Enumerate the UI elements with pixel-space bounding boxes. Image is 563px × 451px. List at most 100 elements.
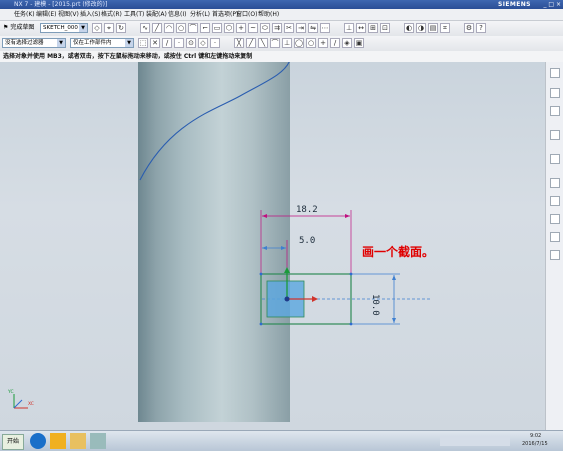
menu-task[interactable]: 任务(K) bbox=[14, 9, 35, 20]
snap-slash-icon[interactable]: / bbox=[330, 38, 340, 48]
constraint-icon[interactable]: ⊥ bbox=[344, 23, 354, 33]
trim-icon[interactable]: ✂ bbox=[284, 23, 294, 33]
rectangle-icon[interactable]: ▭ bbox=[212, 23, 222, 33]
snap-circle2-icon[interactable]: ○ bbox=[306, 38, 316, 48]
show-constraints-icon[interactable]: ⊡ bbox=[380, 23, 390, 33]
snap-mid-icon[interactable]: · bbox=[174, 38, 184, 48]
menu-window[interactable]: 窗口(O) bbox=[236, 9, 257, 20]
pattern-icon[interactable]: ⋯ bbox=[320, 23, 330, 33]
reuse-library-icon[interactable] bbox=[550, 130, 560, 140]
chamfer-icon[interactable]: ⌐ bbox=[200, 23, 210, 33]
update-model-icon[interactable]: ↻ bbox=[116, 23, 126, 33]
menu-bar: 任务(K) 编辑(E) 视图(V) 插入(S) 格式(R) 工具(T) 装配(A… bbox=[0, 9, 563, 21]
render-icon[interactable]: ◑ bbox=[416, 23, 426, 33]
dimension-icon[interactable]: ↔ bbox=[356, 23, 366, 33]
dim-arrow-mid-right bbox=[281, 246, 286, 250]
snap-end-icon[interactable]: / bbox=[162, 38, 172, 48]
menu-view[interactable]: 视图(V) bbox=[58, 9, 79, 20]
snap-center-icon[interactable]: ⊙ bbox=[186, 38, 196, 48]
snap-tangent-icon[interactable]: ╲ bbox=[258, 38, 268, 48]
fillet-icon[interactable]: ⌒ bbox=[188, 23, 198, 33]
deselect-icon[interactable]: ✕ bbox=[150, 38, 160, 48]
triad-y-label: YC bbox=[8, 390, 14, 395]
select-all-icon[interactable]: ⬚ bbox=[138, 38, 148, 48]
reattach-icon[interactable]: ⌖ bbox=[104, 23, 114, 33]
menu-insert[interactable]: 插入(S) bbox=[80, 9, 101, 20]
web-browser-icon[interactable] bbox=[550, 154, 560, 164]
dimension-18-2[interactable]: 18.2 bbox=[296, 205, 318, 215]
resource-bar bbox=[545, 62, 563, 430]
graphics-window[interactable]: 18.2 5.0 10.0 画一个截面。 YC XC bbox=[0, 62, 545, 430]
snap-arc-icon[interactable]: ⌒ bbox=[270, 38, 280, 48]
browser-icon[interactable] bbox=[30, 433, 46, 449]
snap-perp-icon[interactable]: ⊥ bbox=[282, 38, 292, 48]
spline-icon[interactable]: ~ bbox=[248, 23, 258, 33]
layer-icon[interactable]: ▤ bbox=[428, 23, 438, 33]
system-tray[interactable] bbox=[440, 436, 510, 446]
circle-icon[interactable]: ○ bbox=[176, 23, 186, 33]
snap-icon[interactable]: ⌗ bbox=[440, 23, 450, 33]
snap-body-icon[interactable]: ▣ bbox=[354, 38, 364, 48]
help-icon[interactable]: ? bbox=[476, 23, 486, 33]
dim-arrow-right bbox=[345, 214, 350, 218]
menu-analysis[interactable]: 分析(L) bbox=[190, 9, 210, 20]
settings-icon[interactable]: ⚙ bbox=[464, 23, 474, 33]
view-icon[interactable]: ◐ bbox=[404, 23, 414, 33]
point-icon[interactable]: + bbox=[236, 23, 246, 33]
finish-sketch-button[interactable]: ⚑ 完成草图 bbox=[3, 23, 34, 33]
extend-icon[interactable]: ⇥ bbox=[296, 23, 306, 33]
offset-icon[interactable]: ⇉ bbox=[272, 23, 282, 33]
orient-view-icon[interactable]: ◇ bbox=[92, 23, 102, 33]
menu-preferences[interactable]: 首选项(P) bbox=[212, 9, 238, 20]
dimension-5-0[interactable]: 5.0 bbox=[299, 236, 315, 246]
snap-quadrant-icon[interactable]: ◇ bbox=[198, 38, 208, 48]
profile-icon[interactable]: ∿ bbox=[140, 23, 150, 33]
constraint-navigator-icon[interactable] bbox=[550, 88, 560, 98]
finish-sketch-label: 完成草图 bbox=[10, 24, 35, 31]
selection-filter-value: 没有选择过滤器 bbox=[5, 40, 44, 46]
auto-dimension-icon[interactable]: ⊞ bbox=[368, 23, 378, 33]
snap-face-icon[interactable]: ◈ bbox=[342, 38, 352, 48]
nx-icon[interactable] bbox=[50, 433, 66, 449]
line-icon[interactable]: ╱ bbox=[152, 23, 162, 33]
selection-filter-dropdown[interactable]: 没有选择过滤器 ▼ bbox=[2, 38, 66, 48]
menu-assembly[interactable]: 装配(A) bbox=[146, 9, 167, 20]
assembly-filter-dropdown[interactable]: 仅在工作部件内 ▼ bbox=[70, 38, 134, 48]
assembly-filter-value: 仅在工作部件内 bbox=[73, 40, 112, 46]
dim-arrow-down bbox=[392, 318, 396, 323]
assembly-navigator-icon[interactable] bbox=[550, 68, 560, 78]
process-studio-icon[interactable] bbox=[550, 214, 560, 224]
sketch-name-value: SKETCH_000 bbox=[43, 25, 78, 31]
window-controls[interactable]: _ □ × bbox=[531, 1, 561, 8]
sketch-overlay bbox=[13, 62, 430, 409]
sketch-toolbar: ⚑ 完成草图 SKETCH_000 ▼ ◇ ⌖ ↻ ∿ ╱ ◠ ○ ⌒ ⌐ ▭ … bbox=[0, 21, 563, 37]
menu-edit[interactable]: 编辑(E) bbox=[36, 9, 56, 20]
history-icon[interactable] bbox=[550, 178, 560, 188]
roles-icon[interactable] bbox=[550, 232, 560, 242]
app-icon[interactable] bbox=[90, 433, 106, 449]
part-navigator-icon[interactable] bbox=[550, 106, 560, 116]
arc-icon[interactable]: ◠ bbox=[164, 23, 174, 33]
chevron-down-icon: ▼ bbox=[57, 39, 65, 47]
dimension-10-0[interactable]: 10.0 bbox=[370, 294, 380, 316]
mirror-icon[interactable]: ⇋ bbox=[308, 23, 318, 33]
snap-intersection-icon[interactable]: ╳ bbox=[234, 38, 244, 48]
ellipse-icon[interactable]: ⬭ bbox=[260, 23, 270, 33]
polygon-icon[interactable]: ⬡ bbox=[224, 23, 234, 33]
menu-format[interactable]: 格式(R) bbox=[101, 9, 122, 20]
menu-help[interactable]: 帮助(H) bbox=[258, 9, 279, 20]
triad-x-label: XC bbox=[28, 402, 34, 407]
start-button[interactable]: 开始 bbox=[2, 434, 24, 450]
folder-icon[interactable] bbox=[70, 433, 86, 449]
snap-plus-icon[interactable]: + bbox=[318, 38, 328, 48]
system-scene-icon[interactable] bbox=[550, 250, 560, 260]
menu-info[interactable]: 信息(I) bbox=[168, 9, 186, 20]
snap-circle-icon[interactable]: ◯ bbox=[294, 38, 304, 48]
sketch-name-dropdown[interactable]: SKETCH_000 ▼ bbox=[40, 23, 88, 33]
chevron-down-icon: ▼ bbox=[79, 24, 87, 32]
snap-point-icon[interactable]: · bbox=[210, 38, 220, 48]
system-materials-icon[interactable] bbox=[550, 196, 560, 206]
annotation-text: 画一个截面。 bbox=[362, 245, 435, 259]
menu-tools[interactable]: 工具(T) bbox=[124, 9, 144, 20]
snap-line-icon[interactable]: ╱ bbox=[246, 38, 256, 48]
